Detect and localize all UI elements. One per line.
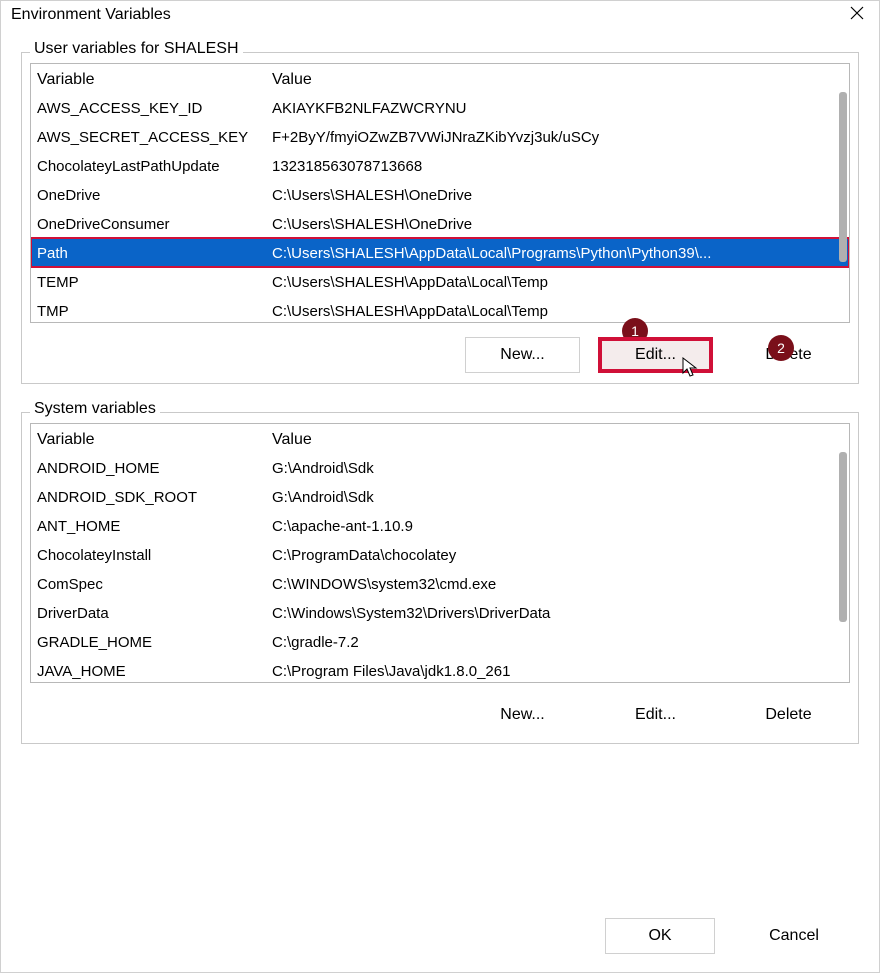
table-row[interactable]: GRADLE_HOMEC:\gradle-7.2 xyxy=(31,627,849,656)
list-header: Variable Value xyxy=(31,64,849,93)
value-cell: C:\WINDOWS\system32\cmd.exe xyxy=(272,571,843,596)
variable-cell: Path xyxy=(37,240,272,265)
table-row[interactable]: ChocolateyInstallC:\ProgramData\chocolat… xyxy=(31,540,849,569)
column-value-header: Value xyxy=(272,66,843,91)
system-group-label: System variables xyxy=(30,400,160,418)
scrollbar-thumb[interactable] xyxy=(839,452,847,622)
annotation-badge-2: 2 xyxy=(768,335,794,361)
value-cell: G:\Android\Sdk xyxy=(272,455,843,480)
table-row[interactable]: ChocolateyLastPathUpdate1323185630787136… xyxy=(31,151,849,180)
user-variables-group: User variables for SHALESH Variable Valu… xyxy=(21,52,859,384)
variable-cell: ChocolateyLastPathUpdate xyxy=(37,153,272,178)
value-cell: C:\Users\SHALESH\AppData\Local\Programs\… xyxy=(272,240,843,265)
column-variable-header: Variable xyxy=(37,426,272,451)
value-cell: G:\Android\Sdk xyxy=(272,484,843,509)
variable-cell: ANT_HOME xyxy=(37,513,272,538)
list-header: Variable Value xyxy=(31,424,849,453)
variable-cell: ANDROID_SDK_ROOT xyxy=(37,484,272,509)
value-cell: 132318563078713668 xyxy=(272,153,843,178)
user-group-label: User variables for SHALESH xyxy=(30,40,243,58)
table-row[interactable]: DriverDataC:\Windows\System32\Drivers\Dr… xyxy=(31,598,849,627)
cancel-button[interactable]: Cancel xyxy=(739,918,849,954)
value-cell: F+2ByY/fmyiOZwZB7VWiJNraZKibYvzj3uk/uSCy xyxy=(272,124,843,149)
table-row[interactable]: OneDriveC:\Users\SHALESH\OneDrive xyxy=(31,180,849,209)
value-cell: C:\Users\SHALESH\AppData\Local\Temp xyxy=(272,269,843,294)
system-new-button[interactable]: New... xyxy=(465,697,580,733)
variable-cell: AWS_ACCESS_KEY_ID xyxy=(37,95,272,120)
table-row[interactable]: OneDriveConsumerC:\Users\SHALESH\OneDriv… xyxy=(31,209,849,238)
table-row[interactable]: TEMPC:\Users\SHALESH\AppData\Local\Temp xyxy=(31,267,849,296)
dialog-title: Environment Variables xyxy=(11,6,171,24)
value-cell: C:\Users\SHALESH\OneDrive xyxy=(272,182,843,207)
system-variables-group: System variables Variable Value ANDROID_… xyxy=(21,412,859,744)
variable-cell: GRADLE_HOME xyxy=(37,629,272,654)
variable-cell: AWS_SECRET_ACCESS_KEY xyxy=(37,124,272,149)
close-icon[interactable] xyxy=(849,5,865,24)
table-row[interactable]: ANDROID_HOMEG:\Android\Sdk xyxy=(31,453,849,482)
table-row[interactable]: ANDROID_SDK_ROOTG:\Android\Sdk xyxy=(31,482,849,511)
value-cell: C:\Users\SHALESH\AppData\Local\Temp xyxy=(272,298,843,323)
variable-cell: JAVA_HOME xyxy=(37,658,272,683)
column-value-header: Value xyxy=(272,426,843,451)
variable-cell: TMP xyxy=(37,298,272,323)
table-row[interactable]: ANT_HOMEC:\apache-ant-1.10.9 xyxy=(31,511,849,540)
table-row[interactable]: AWS_SECRET_ACCESS_KEYF+2ByY/fmyiOZwZB7VW… xyxy=(31,122,849,151)
scrollbar-thumb[interactable] xyxy=(839,92,847,262)
table-row[interactable]: AWS_ACCESS_KEY_IDAKIAYKFB2NLFAZWCRYNU xyxy=(31,93,849,122)
value-cell: C:\Users\SHALESH\OneDrive xyxy=(272,211,843,236)
table-row[interactable]: TMPC:\Users\SHALESH\AppData\Local\Temp xyxy=(31,296,849,323)
value-cell: C:\apache-ant-1.10.9 xyxy=(272,513,843,538)
table-row[interactable]: ComSpecC:\WINDOWS\system32\cmd.exe xyxy=(31,569,849,598)
system-variables-listbox[interactable]: Variable Value ANDROID_HOMEG:\Android\Sd… xyxy=(30,423,850,683)
value-cell: C:\Program Files\Java\jdk1.8.0_261 xyxy=(272,658,843,683)
user-new-button[interactable]: New... xyxy=(465,337,580,373)
user-variables-listbox[interactable]: Variable Value AWS_ACCESS_KEY_IDAKIAYKFB… xyxy=(30,63,850,323)
system-edit-button[interactable]: Edit... xyxy=(598,697,713,733)
variable-cell: TEMP xyxy=(37,269,272,294)
table-row[interactable]: JAVA_HOMEC:\Program Files\Java\jdk1.8.0_… xyxy=(31,656,849,683)
dialog-footer-buttons: OK Cancel xyxy=(605,918,849,954)
column-variable-header: Variable xyxy=(37,66,272,91)
env-vars-dialog: Environment Variables User variables for… xyxy=(0,0,880,973)
value-cell: C:\Windows\System32\Drivers\DriverData xyxy=(272,600,843,625)
variable-cell: OneDriveConsumer xyxy=(37,211,272,236)
ok-button[interactable]: OK xyxy=(605,918,715,954)
system-delete-button[interactable]: Delete xyxy=(731,697,846,733)
table-row[interactable]: PathC:\Users\SHALESH\AppData\Local\Progr… xyxy=(31,238,849,267)
system-buttons-row: New... Edit... Delete xyxy=(30,697,850,733)
value-cell: C:\gradle-7.2 xyxy=(272,629,843,654)
value-cell: C:\ProgramData\chocolatey xyxy=(272,542,843,567)
variable-cell: ANDROID_HOME xyxy=(37,455,272,480)
titlebar: Environment Variables xyxy=(1,1,879,32)
user-edit-button[interactable]: Edit... xyxy=(598,337,713,373)
variable-cell: ComSpec xyxy=(37,571,272,596)
variable-cell: ChocolateyInstall xyxy=(37,542,272,567)
value-cell: AKIAYKFB2NLFAZWCRYNU xyxy=(272,95,843,120)
variable-cell: OneDrive xyxy=(37,182,272,207)
user-buttons-row: New... Edit... 2 Delete xyxy=(30,337,850,373)
variable-cell: DriverData xyxy=(37,600,272,625)
